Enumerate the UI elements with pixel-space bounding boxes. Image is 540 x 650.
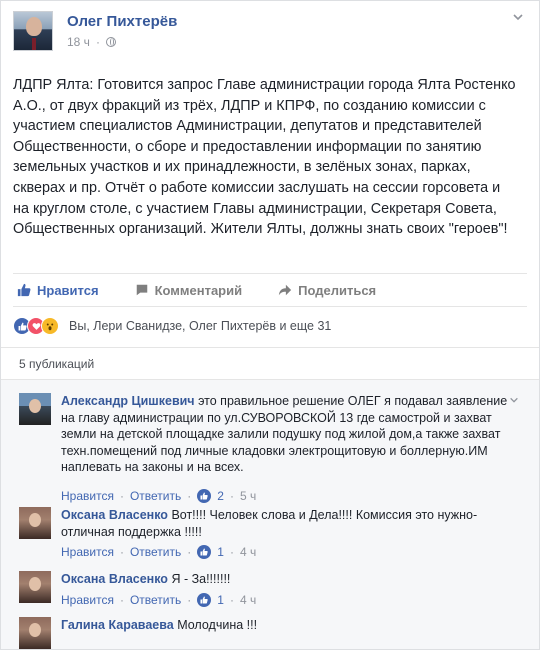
comment-time[interactable]: 4 ч — [240, 545, 256, 559]
comment-like-link[interactable]: Нравится — [61, 489, 114, 503]
comment-meta: Нравится · Ответить · 1 · 4 ч — [61, 545, 257, 559]
author-avatar[interactable] — [13, 11, 53, 51]
chevron-down-icon[interactable] — [509, 395, 519, 408]
comment-text: Я - За!!!!!!! — [171, 572, 231, 586]
comment-like-count[interactable]: 2 — [217, 489, 224, 503]
thumbs-up-icon — [17, 283, 31, 297]
reactions-bar[interactable]: Вы, Лери Сванидзе, Олег Пихтерёв и еще 3… — [13, 315, 331, 337]
comment-like-link[interactable]: Нравится — [61, 545, 114, 559]
avatar[interactable] — [19, 507, 51, 539]
comments-section: Александр Цишкевич это правильное решени… — [1, 379, 539, 649]
avatar[interactable] — [19, 393, 51, 425]
share-button[interactable]: Поделиться — [278, 283, 376, 298]
chevron-down-icon[interactable] — [511, 11, 525, 25]
like-icon — [197, 545, 212, 559]
comment-like-count[interactable]: 1 — [217, 545, 224, 559]
divider — [1, 347, 539, 348]
comment-item: Оксана Власенко Я - За!!!!!!! Нравится · … — [19, 567, 519, 611]
comment-icon — [136, 284, 147, 296]
wow-reaction-icon — [41, 317, 59, 335]
comment-body: Оксана Власенко Вот!!!! Человек слова и … — [61, 507, 519, 540]
avatar[interactable] — [19, 571, 51, 603]
post-text: ЛДПР Ялта: Готовится запрос Главе админи… — [13, 77, 516, 238]
comment-time[interactable]: 4 ч — [240, 593, 256, 607]
reactions-summary[interactable]: Вы, Лери Сванидзе, Олег Пихтерёв и еще 3… — [69, 319, 331, 333]
author-name[interactable]: Олег Пихтерёв — [67, 13, 177, 30]
comment-author[interactable]: Галина Караваева — [61, 618, 174, 632]
like-label: Нравится — [37, 282, 99, 298]
divider — [1, 379, 539, 380]
comment-author[interactable]: Оксана Власенко — [61, 572, 168, 586]
comment-item: Оксана Власенко Вот!!!! Человек слова и … — [19, 503, 519, 563]
like-icon — [197, 489, 212, 503]
comment-like-link[interactable]: Нравится — [61, 593, 114, 607]
comment-meta: Нравится · Ответить · 2 · 5 ч — [61, 489, 257, 503]
share-icon — [278, 284, 292, 296]
like-icon — [197, 593, 212, 607]
post-card: Олег Пихтерёв 18 ч · ЛДПР Ялта: Готовитс… — [0, 0, 540, 650]
comment-label: Комментарий — [154, 282, 243, 298]
comment-text: Молодчина !!! — [177, 618, 258, 632]
comment-like-count[interactable]: 1 — [217, 593, 224, 607]
post-meta: 18 ч · — [67, 35, 116, 49]
post-header: Олег Пихтерёв 18 ч · — [13, 11, 527, 63]
comment-author[interactable]: Александр Цишкевич — [61, 394, 195, 408]
comment-meta: Нравится · Ответить · 1 · 4 ч — [61, 593, 257, 607]
comment-item: Галина Караваева Молодчина !!! — [19, 613, 519, 649]
comment-button[interactable]: Комментарий — [135, 282, 243, 298]
publications-count[interactable]: 5 публикаций — [19, 357, 94, 371]
like-button[interactable]: Нравится — [17, 283, 99, 298]
comment-item: Александр Цишкевич это правильное решени… — [19, 389, 519, 507]
avatar[interactable] — [19, 617, 51, 649]
post-time[interactable]: 18 ч — [67, 35, 90, 49]
comment-time[interactable]: 5 ч — [240, 489, 256, 503]
comment-reply-link[interactable]: Ответить — [130, 545, 181, 559]
globe-icon — [105, 37, 116, 47]
reaction-icons — [13, 317, 59, 335]
comment-body: Оксана Власенко Я - За!!!!!!! — [61, 571, 519, 588]
comment-reply-link[interactable]: Ответить — [130, 593, 181, 607]
share-label: Поделиться — [298, 282, 377, 298]
comment-reply-link[interactable]: Ответить — [130, 489, 181, 503]
comment-body: Галина Караваева Молодчина !!! — [61, 617, 519, 634]
comment-author[interactable]: Оксана Власенко — [61, 508, 168, 522]
post-actions: Нравится Комментарий Поделиться — [13, 273, 527, 307]
comment-body: Александр Цишкевич это правильное решени… — [61, 393, 519, 476]
